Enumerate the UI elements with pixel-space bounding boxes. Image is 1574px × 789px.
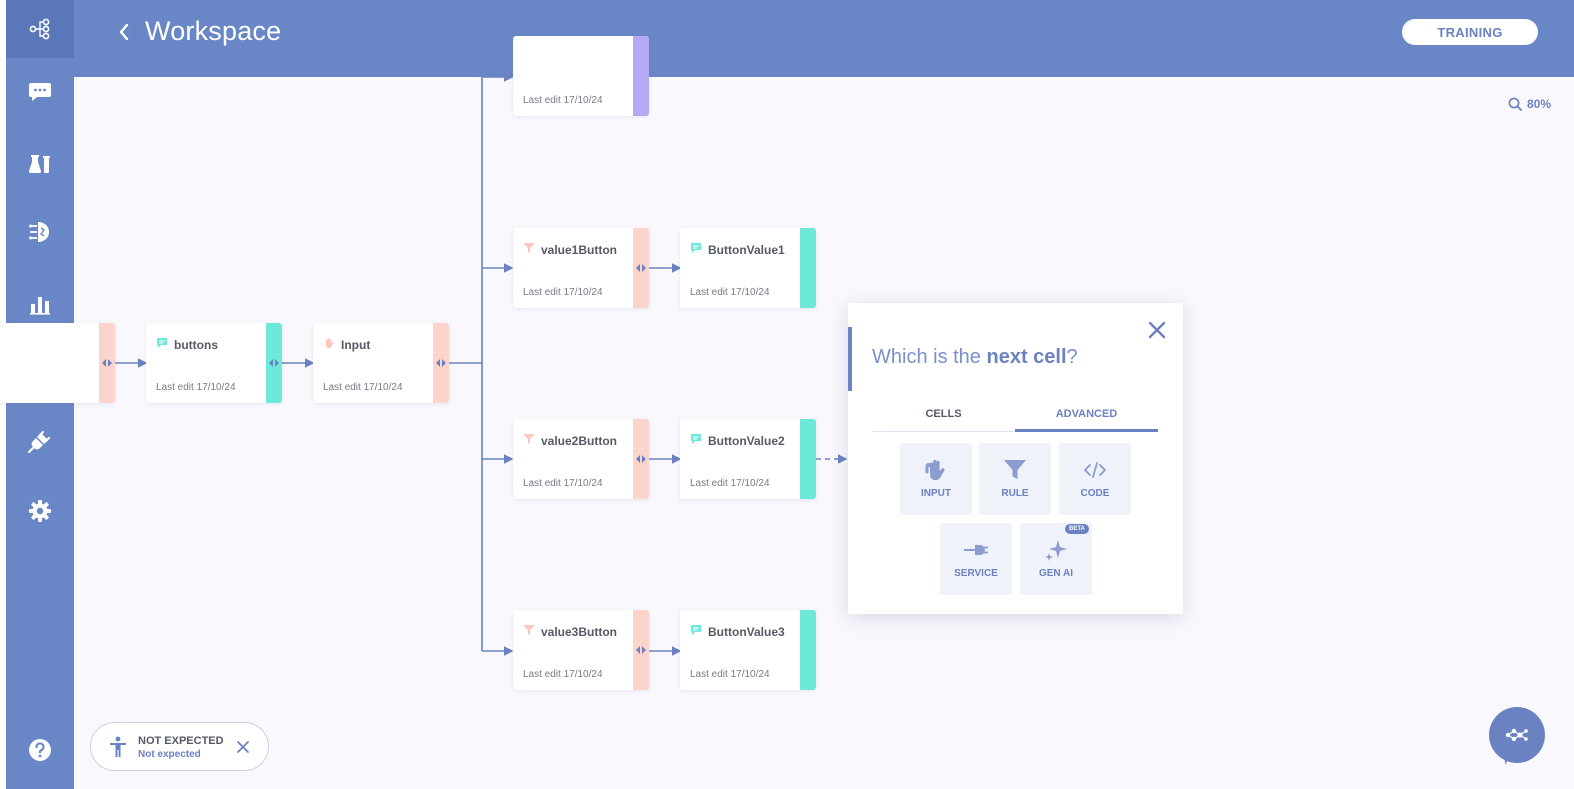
cell-connector-tab[interactable] [633,36,649,116]
cell-name: ButtonValue3 [708,625,785,639]
cell-button-value1[interactable]: ButtonValue1 Last edit 17/10/24 [680,228,816,308]
message-icon [157,338,167,348]
message-icon [691,625,701,635]
option-input[interactable]: INPUT [900,443,972,515]
cell-last-edit: Last edit 17/10/24 [323,382,403,393]
cell-value3-button[interactable]: value3Button Last edit 17/10/24 [513,610,649,690]
message-icon [691,434,701,444]
cell-name: ButtonValue2 [708,434,785,448]
cell-last-edit: Last edit 17/10/24 [156,382,236,393]
question-prefix: Which is the [872,346,987,368]
tab-cells[interactable]: CELLS [872,408,1015,432]
double-arrow-icon [269,359,279,367]
cell-last-edit: Last edit 17/10/24 [523,669,603,680]
double-arrow-icon [636,264,646,272]
option-label: SERVICE [954,568,998,579]
code-icon [1084,462,1106,478]
chat-assistant-button[interactable] [1489,707,1545,763]
close-icon[interactable] [1146,319,1168,341]
cell-connector-tab[interactable] [266,323,282,403]
dialog-accent-bar [848,327,852,391]
double-arrow-icon [636,646,646,654]
cell-buttons[interactable]: buttons Last edit 17/10/24 [146,323,282,403]
option-label: RULE [1001,488,1029,499]
question-bold: next cell [986,346,1067,368]
cell-partial-left[interactable] [0,323,115,403]
beta-badge: BETA [1065,524,1089,534]
cell-connector-tab[interactable] [800,419,816,499]
option-service[interactable]: SERVICE [940,523,1012,595]
cell-input[interactable]: Input Last edit 17/10/24 [313,323,449,403]
cell-last-edit: Last edit 17/10/24 [523,95,603,106]
option-label: INPUT [921,488,951,499]
filter-icon [523,434,535,444]
expected-title: NOT EXPECTED [138,735,224,747]
person-icon [110,736,126,757]
assistant-icon [1505,728,1528,742]
cell-name: value3Button [541,625,618,639]
close-icon[interactable] [236,740,250,754]
cell-last-edit: Last edit 17/10/24 [690,478,770,489]
cell-top-partial[interactable]: Last edit 17/10/24 [513,36,649,116]
double-arrow-icon [636,455,646,463]
cell-last-edit: Last edit 17/10/24 [523,287,603,298]
cell-last-edit: Last edit 17/10/24 [690,669,770,680]
cell-name: value2Button [541,434,618,448]
cell-name: value1Button [541,243,618,257]
message-icon [691,243,701,253]
filter-icon [523,625,535,635]
cell-name: ButtonValue1 [708,243,785,257]
cell-name: buttons [174,338,218,352]
double-arrow-icon [436,359,446,367]
option-label: CODE [1080,488,1110,499]
question-suffix: ? [1066,346,1078,368]
plug-icon [964,545,988,555]
sparkle-icon [1045,540,1067,561]
expected-status-pill[interactable]: NOT EXPECTED Not expected [90,722,269,771]
next-cell-dialog: Which is the next cell? CELLS ADVANCED I… [848,303,1183,614]
cell-last-edit: Last edit 17/10/24 [690,287,770,298]
option-gen-ai[interactable]: BETA GEN AI [1020,523,1092,595]
double-arrow-icon [102,359,112,367]
option-label: GEN AI [1038,568,1074,579]
cell-button-value2[interactable]: ButtonValue2 Last edit 17/10/24 [680,419,816,499]
hand-icon [925,459,945,481]
option-code[interactable]: CODE [1059,443,1131,515]
dialog-question: Which is the next cell? [872,346,1078,369]
cell-connector-tab[interactable] [633,228,649,308]
hand-icon [326,338,334,349]
cell-connector-tab[interactable] [633,419,649,499]
cell-last-edit: Last edit 17/10/24 [523,478,603,489]
cell-value1-button[interactable]: value1Button Last edit 17/10/24 [513,228,649,308]
cell-connector-tab[interactable] [633,610,649,690]
cell-value2-button[interactable]: value2Button Last edit 17/10/24 [513,419,649,499]
expected-subtitle: Not expected [138,749,201,760]
cell-button-value3[interactable]: ButtonValue3 Last edit 17/10/24 [680,610,816,690]
dialog-tabs: CELLS ADVANCED [872,408,1159,432]
cell-connector-tab[interactable] [99,323,115,403]
cell-connector-tab[interactable] [800,610,816,690]
cell-connector-tab[interactable] [433,323,449,403]
filter-icon [1004,460,1026,479]
option-rule[interactable]: RULE [979,443,1051,515]
tab-advanced[interactable]: ADVANCED [1015,408,1158,432]
filter-icon [523,243,535,253]
cell-name: Input [341,338,371,352]
cell-connector-tab[interactable] [800,228,816,308]
